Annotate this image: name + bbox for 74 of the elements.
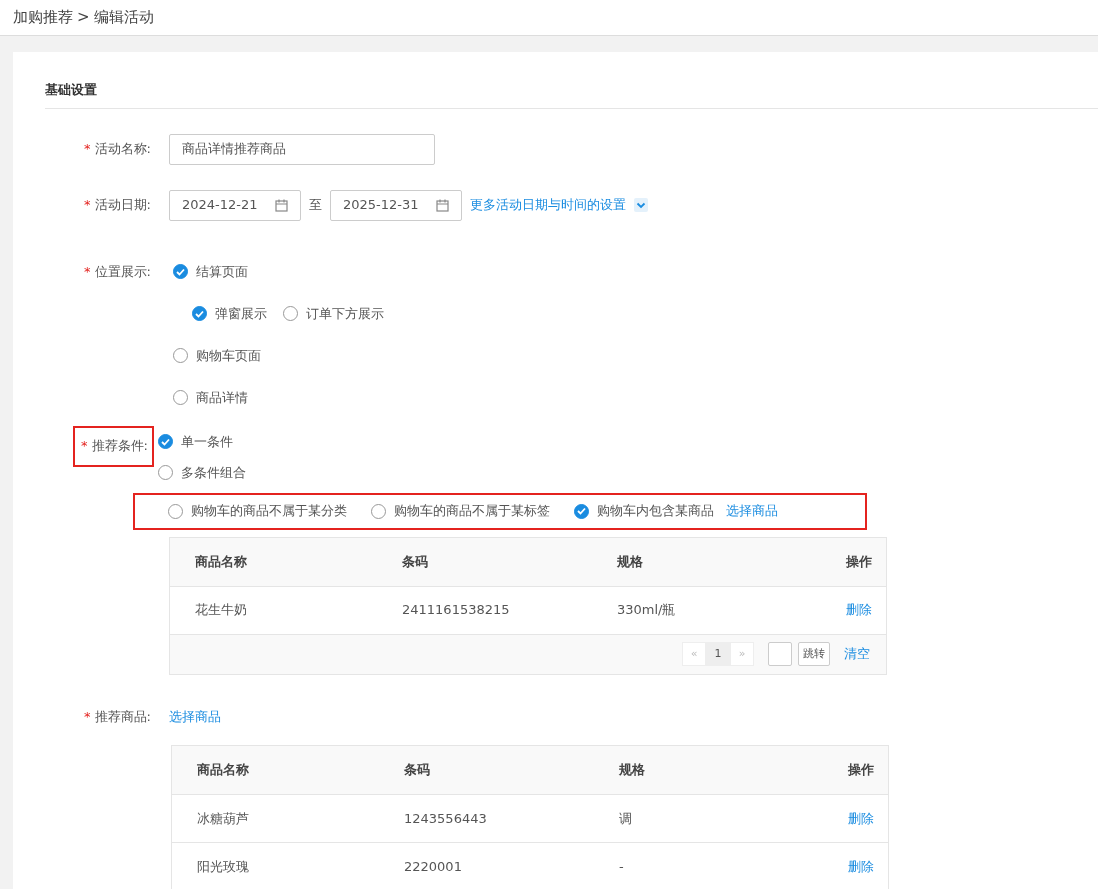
table-cell-text: 1243556443	[404, 809, 488, 828]
column-header: 条码	[402, 552, 429, 571]
column-header: 操作	[846, 552, 872, 571]
calendar-icon	[436, 198, 449, 212]
option-label: 弹窗展示	[215, 304, 267, 323]
table-cell-text: -	[619, 857, 625, 876]
page-button[interactable]: 1	[706, 642, 730, 666]
column-header: 商品名称	[195, 552, 248, 571]
column-header: 商品名称	[197, 761, 250, 780]
delete-link[interactable]: 删除	[848, 808, 874, 829]
radio[interactable]	[158, 465, 173, 480]
clear-link[interactable]: 清空	[844, 644, 870, 664]
checkmark-icon	[195, 309, 204, 318]
field-label: 推荐条件:	[91, 437, 148, 453]
option-label: 商品详情	[196, 388, 248, 407]
select-products-link[interactable]: 选择商品	[726, 501, 778, 521]
page-input[interactable]	[768, 642, 792, 666]
required-mark: *	[84, 141, 91, 157]
column-header: 条码	[404, 761, 431, 780]
option-label: 结算页面	[196, 262, 248, 281]
checkmark-icon	[161, 437, 170, 446]
field-label: 活动日期:	[94, 197, 151, 213]
table-cell-text: 2411161538215	[402, 601, 511, 620]
checked-radio[interactable]	[158, 434, 173, 449]
next-page-button: »	[730, 642, 754, 666]
section-title: 基础设置	[45, 80, 1098, 109]
field-label: 位置展示:	[94, 263, 151, 279]
column-header: 规格	[619, 761, 646, 780]
table-cell-text: 调	[619, 809, 633, 828]
jump-button[interactable]: 跳转	[798, 642, 830, 666]
select-products-link[interactable]: 选择商品	[169, 706, 221, 726]
radio[interactable]	[173, 390, 188, 405]
date-separator: 至	[309, 196, 322, 215]
checked-radio[interactable]	[574, 503, 589, 519]
table-cell-text: 花生牛奶	[195, 601, 248, 620]
checked-radio[interactable]	[173, 264, 188, 279]
radio[interactable]	[283, 306, 298, 321]
table-cell-text: 330ml/瓶	[617, 601, 677, 620]
checkmark-icon	[176, 267, 185, 276]
checked-radio[interactable]	[192, 306, 207, 321]
required-mark: *	[84, 197, 91, 213]
checkmark-icon	[577, 507, 586, 515]
table-cell-text: 2220001	[404, 857, 463, 876]
name-input[interactable]: 商品详情推荐商品	[169, 133, 435, 165]
option-label: 购物车的商品不属于某标签	[394, 502, 550, 521]
field-label: 活动名称:	[94, 141, 151, 157]
date-input[interactable]: 2024-12-21	[169, 189, 301, 221]
more-settings-link[interactable]: 更多活动日期与时间的设置	[470, 195, 626, 215]
required-mark: *	[81, 437, 88, 453]
radio[interactable]	[168, 503, 183, 519]
option-label: 订单下方展示	[306, 304, 384, 323]
delete-link[interactable]: 删除	[848, 856, 874, 877]
column-header: 操作	[848, 761, 874, 780]
breadcrumb-current: 编辑活动	[93, 7, 154, 29]
column-header: 规格	[617, 552, 644, 571]
field-label: 推荐商品:	[94, 708, 151, 724]
option-label: 单一条件	[181, 432, 233, 451]
option-label: 多条件组合	[181, 463, 246, 482]
delete-link[interactable]: 删除	[846, 600, 872, 620]
table-cell-text: 冰糖葫芦	[197, 809, 250, 828]
required-mark: *	[84, 708, 91, 724]
calendar-icon	[275, 198, 288, 212]
option-label: 购物车内包含某商品	[597, 502, 714, 521]
breadcrumb-link[interactable]: 加购推荐	[13, 6, 73, 29]
date-input[interactable]: 2025-12-31	[330, 189, 462, 221]
option-label: 购物车页面	[196, 346, 261, 365]
table-cell-text: 阳光玫瑰	[197, 857, 250, 876]
option-label: 购物车的商品不属于某分类	[191, 502, 347, 521]
radio[interactable]	[371, 503, 386, 519]
radio[interactable]	[173, 348, 188, 363]
prev-page-button: «	[682, 642, 706, 666]
required-mark: *	[84, 263, 91, 279]
chevron-down-icon[interactable]	[634, 198, 648, 212]
breadcrumb-separator: >	[77, 7, 90, 29]
